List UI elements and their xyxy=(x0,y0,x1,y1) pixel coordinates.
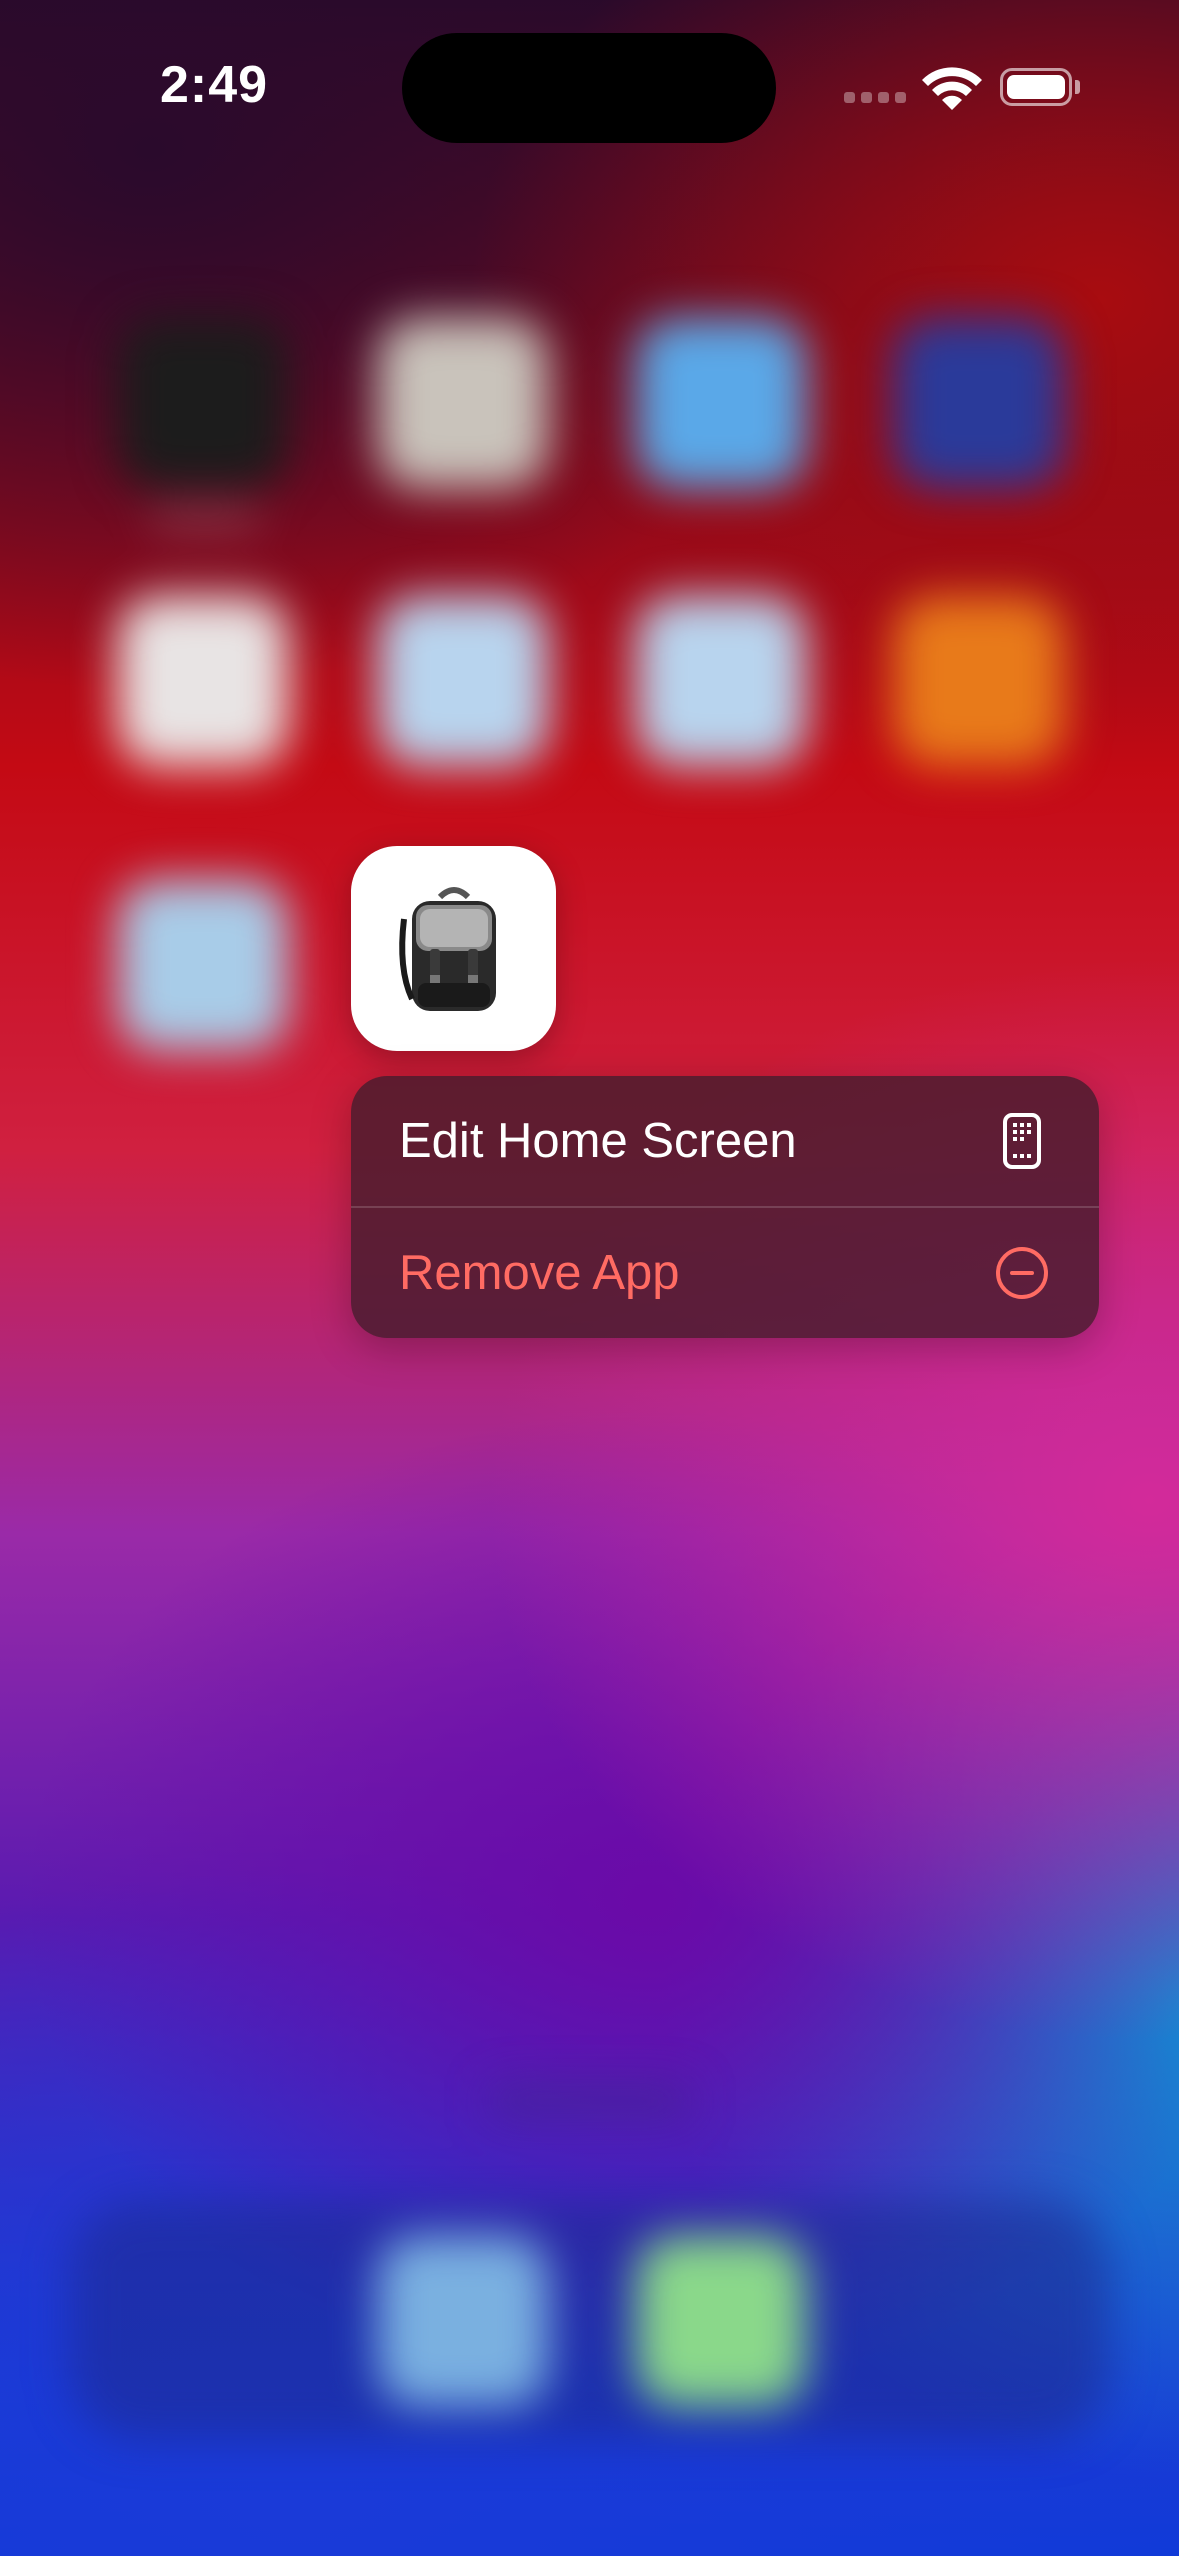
minus-circle-icon xyxy=(993,1244,1051,1302)
blurred-dock-app-icon xyxy=(636,2236,806,2406)
blurred-app-icon xyxy=(118,318,288,488)
battery-tip xyxy=(1075,80,1080,94)
blurred-app-icon xyxy=(636,318,806,488)
status-bar-time: 2:49 xyxy=(160,56,269,114)
edit-home-screen-menu-item[interactable]: Edit Home Screen xyxy=(351,1076,1099,1206)
blurred-page-indicator xyxy=(490,2086,690,2116)
blurred-app-label xyxy=(150,510,260,528)
blurred-app-icon xyxy=(894,318,1064,488)
blurred-dock-app-icon xyxy=(378,2236,548,2406)
blurred-app-icon xyxy=(378,596,548,766)
blurred-app-icon xyxy=(378,318,548,488)
phone-apps-icon xyxy=(993,1112,1051,1170)
backpack-app-icon[interactable] xyxy=(351,846,556,1051)
remove-app-menu-item[interactable]: Remove App xyxy=(351,1208,1099,1338)
blurred-app-icon xyxy=(636,596,806,766)
menu-item-label: Edit Home Screen xyxy=(399,1114,797,1168)
battery-icon xyxy=(1000,68,1072,106)
dynamic-island xyxy=(402,33,776,143)
backpack-icon xyxy=(398,886,496,1011)
app-context-menu: Edit Home Screen Remove App xyxy=(351,1076,1099,1338)
home-screen: 2:49 Edit Home Screen Remove App xyxy=(0,0,1179,2556)
menu-item-label: Remove App xyxy=(399,1246,680,1300)
blurred-app-icon xyxy=(894,596,1064,766)
wifi-icon xyxy=(922,67,982,110)
cellular-signal-icon xyxy=(844,92,906,103)
blurred-app-icon xyxy=(118,880,288,1050)
blurred-dock xyxy=(70,2200,1110,2440)
blurred-app-icon xyxy=(118,596,288,766)
